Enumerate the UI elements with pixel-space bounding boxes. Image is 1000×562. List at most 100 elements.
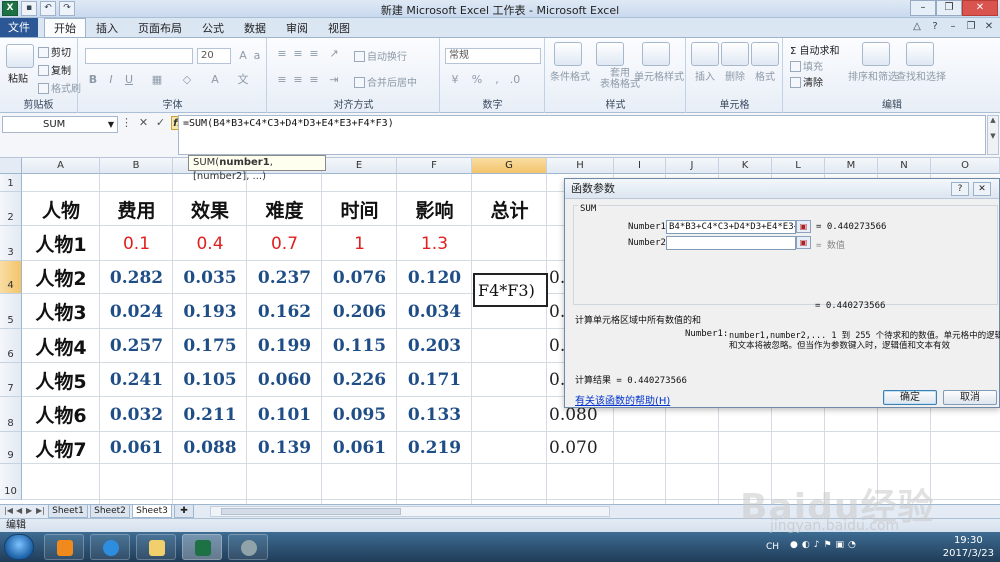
value-cell[interactable]: 0.133 [397,397,472,432]
row-header-2[interactable]: 2 [0,192,22,226]
value-cell[interactable]: 0.199 [247,329,322,363]
row-header-4[interactable]: 4 [0,261,22,294]
formula-input[interactable]: =SUM(B4*B3+C4*C3+D4*D3+E4*E3+F4*F3) [178,115,986,155]
currency-icon[interactable]: ¥ [447,72,463,88]
dialog-help-icon[interactable]: ? [951,182,969,196]
value-cell[interactable]: 0.162 [247,294,322,329]
fill-color-icon[interactable]: ◇ [179,72,195,88]
column-header-N[interactable]: N [878,158,931,174]
column-header-H[interactable]: H [547,158,614,174]
doc-restore-icon[interactable]: ❐ [964,20,978,34]
value-cell[interactable]: 0.171 [397,363,472,397]
row-label-cell[interactable]: 人物2 [22,261,100,294]
value-cell[interactable]: 0.024 [100,294,173,329]
tab-formulas[interactable]: 公式 [192,18,234,37]
close-icon[interactable]: ✕ [962,0,998,16]
column-header-K[interactable]: K [719,158,772,174]
column-header-F[interactable]: F [397,158,472,174]
media-player-icon[interactable] [44,534,84,560]
font-color-icon[interactable]: A [207,72,223,88]
value-cell[interactable]: 0.061 [100,432,173,464]
row-header-5[interactable]: 5 [0,294,22,329]
format-painter-button[interactable]: 格式刷 [38,80,81,95]
new-sheet-icon[interactable]: ✚ [174,505,194,518]
help-icon[interactable]: ? [928,20,942,34]
border-icon[interactable]: ▦ [149,72,165,88]
value-cell[interactable]: 0.035 [173,261,247,294]
value-cell[interactable]: 0.219 [397,432,472,464]
column-header-A[interactable]: A [22,158,100,174]
align-bottom-icon[interactable]: ≡ [306,46,322,62]
tab-insert[interactable]: 插入 [86,18,128,37]
weight-cell[interactable]: 1.3 [397,226,472,261]
align-right-icon[interactable]: ≡ [306,72,322,88]
font-size-combo[interactable]: 20 [197,48,231,64]
excel-taskbar-icon[interactable] [182,534,222,560]
paste-icon[interactable] [6,44,34,68]
header-cell[interactable]: 费用 [100,192,173,226]
dialog-close-icon[interactable]: ✕ [973,182,991,196]
header-cell[interactable]: 人物 [22,192,100,226]
column-header-G[interactable]: G [472,158,547,174]
align-top-icon[interactable]: ≡ [274,46,290,62]
copy-button[interactable]: 复制 [38,62,71,77]
cancel-icon[interactable]: ✕ [137,116,150,130]
value-cell[interactable]: 0.095 [322,397,397,432]
language-indicator[interactable]: CH [766,542,779,552]
value-cell[interactable]: 0.120 [397,261,472,294]
header-cell[interactable]: 总计 [472,192,547,226]
row-header-9[interactable]: 9 [0,432,22,464]
column-header-L[interactable]: L [772,158,825,174]
first-sheet-icon[interactable]: |◀ [4,506,13,515]
insert-cells-icon[interactable] [691,42,719,66]
value-cell[interactable]: 0.115 [322,329,397,363]
column-header-M[interactable]: M [825,158,878,174]
fill-button[interactable]: 填充 [790,58,823,73]
bold-icon[interactable]: B [85,72,101,88]
next-sheet-icon[interactable]: ▶ [26,506,32,515]
cut-button[interactable]: 剪切 [38,44,71,59]
value-cell[interactable]: 0.175 [173,329,247,363]
row-header-8[interactable]: 8 [0,397,22,432]
prev-sheet-icon[interactable]: ◀ [16,506,22,515]
value-cell[interactable]: 0.211 [173,397,247,432]
enter-icon[interactable]: ✓ [154,116,167,130]
start-button[interactable] [4,534,34,560]
italic-icon[interactable]: I [103,72,119,88]
column-header-O[interactable]: O [931,158,1000,174]
value-cell[interactable]: 0.060 [247,363,322,397]
value-cell[interactable]: 0.034 [397,294,472,329]
autosum-button[interactable]: Σ 自动求和 [790,42,840,57]
row-header-6[interactable]: 6 [0,329,22,363]
value-cell[interactable]: 0.203 [397,329,472,363]
comma-icon[interactable]: , [489,72,505,88]
select-all-corner[interactable] [0,158,22,174]
percent-icon[interactable]: % [469,72,485,88]
align-middle-icon[interactable]: ≡ [290,46,306,62]
tab-view[interactable]: 视图 [318,18,360,37]
horizontal-scrollbar[interactable] [210,506,610,517]
sheet-tab-1[interactable]: Sheet1 [48,505,88,518]
tab-data[interactable]: 数据 [234,18,276,37]
sort-filter-button[interactable]: 排序和筛选 [848,68,898,83]
align-left-icon[interactable]: ≡ [274,72,290,88]
value-cell[interactable]: 0.076 [322,261,397,294]
clock[interactable]: 19:30 2017/3/23 [943,534,994,560]
doc-minimize-icon[interactable]: – [946,20,960,34]
weight-cell[interactable]: 1 [322,226,397,261]
conditional-format-icon[interactable] [554,42,582,66]
shrink-font-icon[interactable]: a [249,48,265,64]
header-cell[interactable]: 影响 [397,192,472,226]
value-cell[interactable]: 0.237 [247,261,322,294]
cell-styles-icon[interactable] [642,42,670,66]
header-cell[interactable]: 效果 [173,192,247,226]
header-cell[interactable]: 时间 [322,192,397,226]
row-label-cell[interactable]: 人物4 [22,329,100,363]
sheet-tab-3[interactable]: Sheet3 [132,505,172,518]
last-sheet-icon[interactable]: ▶| [36,506,45,515]
phonetic-icon[interactable]: 文 [235,72,251,88]
indent-icon[interactable]: ⇥ [326,72,342,88]
paste-button[interactable]: 粘贴 [8,70,28,85]
format-cells-icon[interactable] [751,42,779,66]
value-cell[interactable]: 0.061 [322,432,397,464]
